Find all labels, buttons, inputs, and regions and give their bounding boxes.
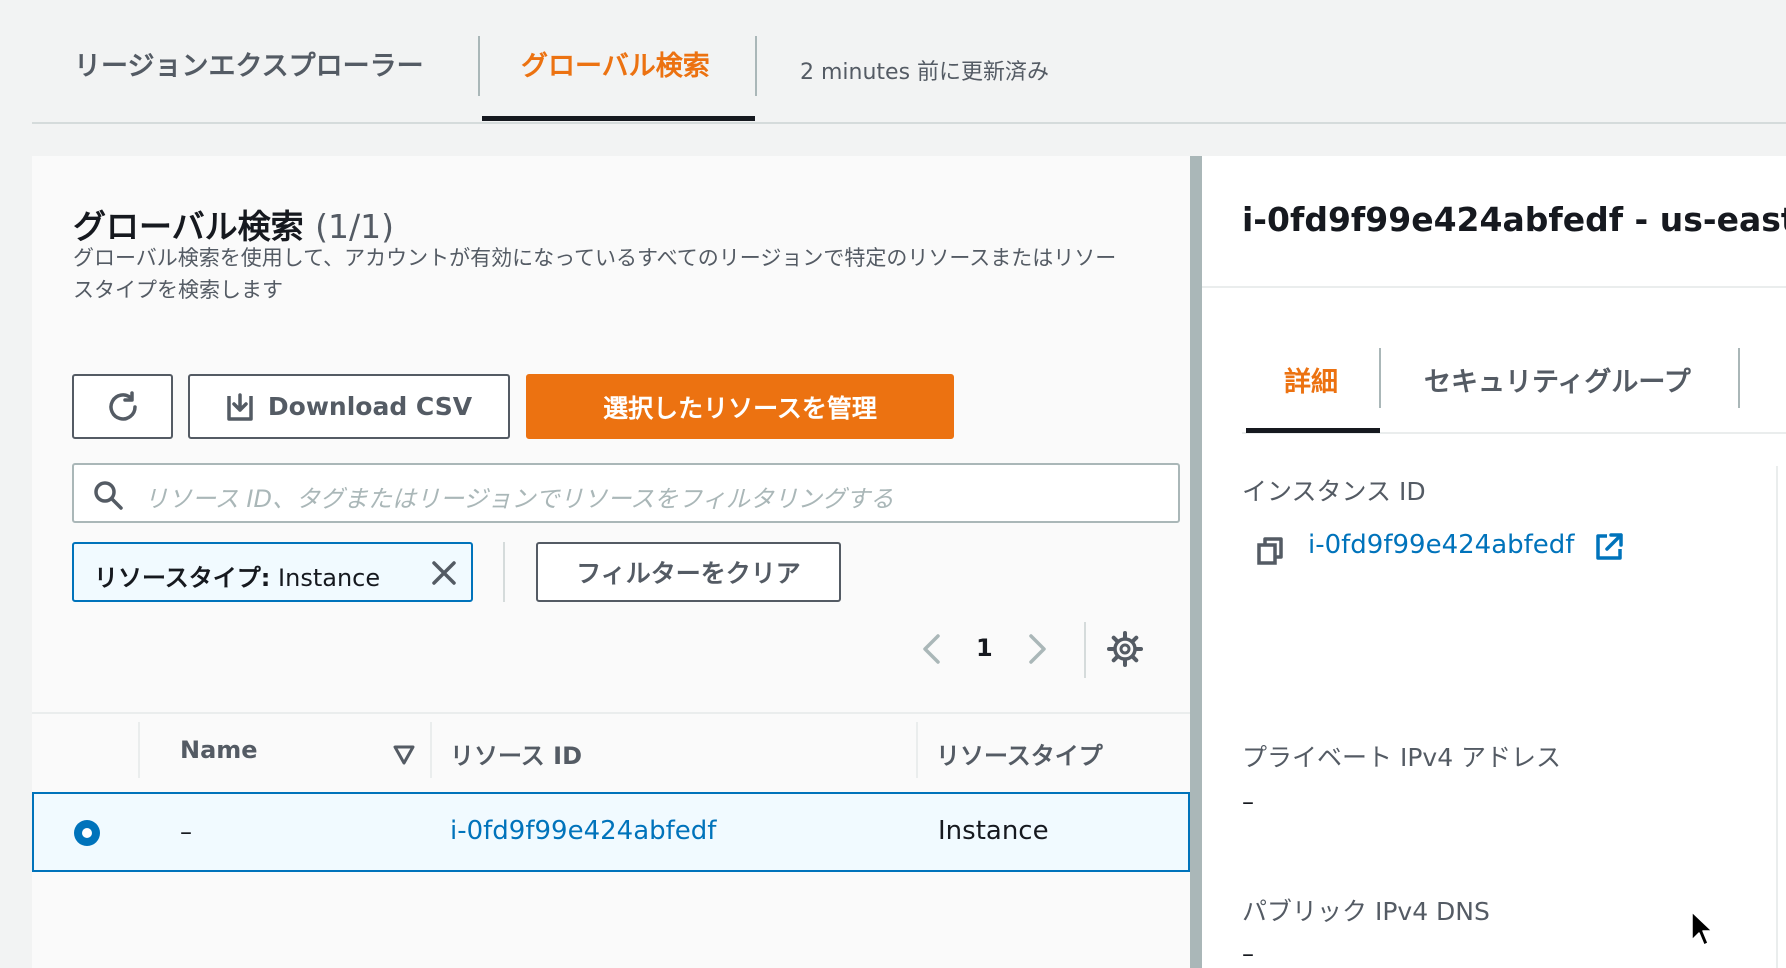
instance-id-label: インスタンス ID: [1242, 477, 1426, 506]
table-top-border: [32, 712, 1190, 714]
filter-token-label: リソースタイプ: Instance: [94, 558, 380, 593]
search-icon: [94, 481, 123, 510]
tab-divider: [1738, 348, 1740, 408]
tab-divider: [755, 36, 757, 96]
tab-divider: [1379, 348, 1381, 408]
search-placeholder: リソース ID、タグまたはリージョンでリソースをフィルタリングする: [144, 485, 894, 513]
public-dns-value: –: [1242, 940, 1254, 968]
column-divider: [138, 722, 140, 778]
private-ipv4-value: –: [1242, 788, 1254, 816]
split-panel-divider[interactable]: [1190, 156, 1202, 968]
column-divider: [430, 722, 432, 778]
pagination-divider: [1084, 622, 1086, 678]
active-tab-indicator: [482, 116, 755, 121]
refresh-icon: [108, 390, 137, 421]
details-title: i-0fd9f99e424abfedf - us-east-2: [1242, 200, 1786, 239]
clear-filters-button[interactable]: フィルターをクリア: [536, 542, 841, 602]
copy-icon[interactable]: [1256, 536, 1284, 566]
download-csv-label: Download CSV: [267, 392, 473, 421]
global-search-panel: グローバル検索 (1/1) グローバル検索を使用して、アカウントが有効になってい…: [32, 156, 1190, 968]
download-icon: [227, 392, 253, 421]
active-tab-indicator: [1246, 428, 1380, 433]
tab-details[interactable]: 詳細: [1284, 360, 1338, 399]
panel-description: グローバル検索を使用して、アカウントが有効になっているすべてのリージョンで特定の…: [73, 246, 1117, 302]
selected-radio-button[interactable]: [72, 818, 102, 848]
panel-title: グローバル検索 (1/1): [73, 200, 394, 248]
instance-id-link[interactable]: i-0fd9f99e424abfedf: [1308, 530, 1574, 560]
column-header-name[interactable]: Name: [180, 736, 258, 764]
pagination-current-page[interactable]: 1: [976, 634, 993, 662]
row-resource-id-link[interactable]: i-0fd9f99e424abfedf: [450, 816, 716, 846]
search-input[interactable]: リソース ID、タグまたはリージョンでリソースをフィルタリングする: [72, 463, 1180, 523]
chevron-right-icon[interactable]: [1022, 632, 1052, 666]
download-csv-button[interactable]: Download CSV: [188, 374, 510, 439]
result-count: (1/1): [315, 207, 395, 246]
resource-details-panel: i-0fd9f99e424abfedf - us-east-2 詳細 セキュリテ…: [1202, 156, 1786, 968]
close-icon[interactable]: [429, 558, 459, 588]
panel-title-text: グローバル検索: [73, 207, 304, 246]
filter-token-key: リソースタイプ:: [94, 564, 271, 592]
filter-divider: [503, 542, 505, 602]
external-link-icon[interactable]: [1594, 532, 1624, 562]
tab-global-search[interactable]: グローバル検索: [521, 44, 710, 83]
title-divider: [1202, 286, 1786, 288]
tab-security-groups[interactable]: セキュリティグループ: [1424, 360, 1691, 399]
chevron-left-icon[interactable]: [917, 632, 947, 666]
resource-type-filter-token: リソースタイプ: Instance: [72, 542, 473, 602]
column-divider: [1776, 466, 1778, 968]
app-root: リージョンエクスプローラー グローバル検索 2 minutes 前に更新済み グ…: [0, 0, 1786, 968]
column-header-resource-type[interactable]: リソースタイプ: [936, 736, 1103, 771]
column-divider: [916, 722, 918, 778]
row-name: –: [180, 818, 192, 846]
public-dns-label: パブリック IPv4 DNS: [1242, 897, 1490, 926]
top-tab-bar: リージョンエクスプローラー グローバル検索 2 minutes 前に更新済み: [32, 0, 1786, 124]
gear-icon[interactable]: [1106, 630, 1144, 668]
mouse-cursor-icon: [1691, 911, 1713, 946]
manage-selected-resources-button[interactable]: 選択したリソースを管理: [526, 374, 954, 439]
column-header-resource-id[interactable]: リソース ID: [450, 736, 582, 771]
row-resource-type: Instance: [938, 816, 1049, 846]
filter-token-value: Instance: [270, 564, 381, 592]
tab-region-explorer[interactable]: リージョンエクスプローラー: [74, 44, 424, 83]
private-ipv4-label: プライベート IPv4 アドレス: [1242, 743, 1562, 772]
sort-descending-icon[interactable]: [392, 744, 416, 766]
refresh-button[interactable]: [72, 374, 173, 439]
last-updated-status: 2 minutes 前に更新済み: [800, 60, 1050, 85]
tab-divider: [478, 36, 480, 96]
table-row[interactable]: – i-0fd9f99e424abfedf Instance: [32, 792, 1190, 872]
